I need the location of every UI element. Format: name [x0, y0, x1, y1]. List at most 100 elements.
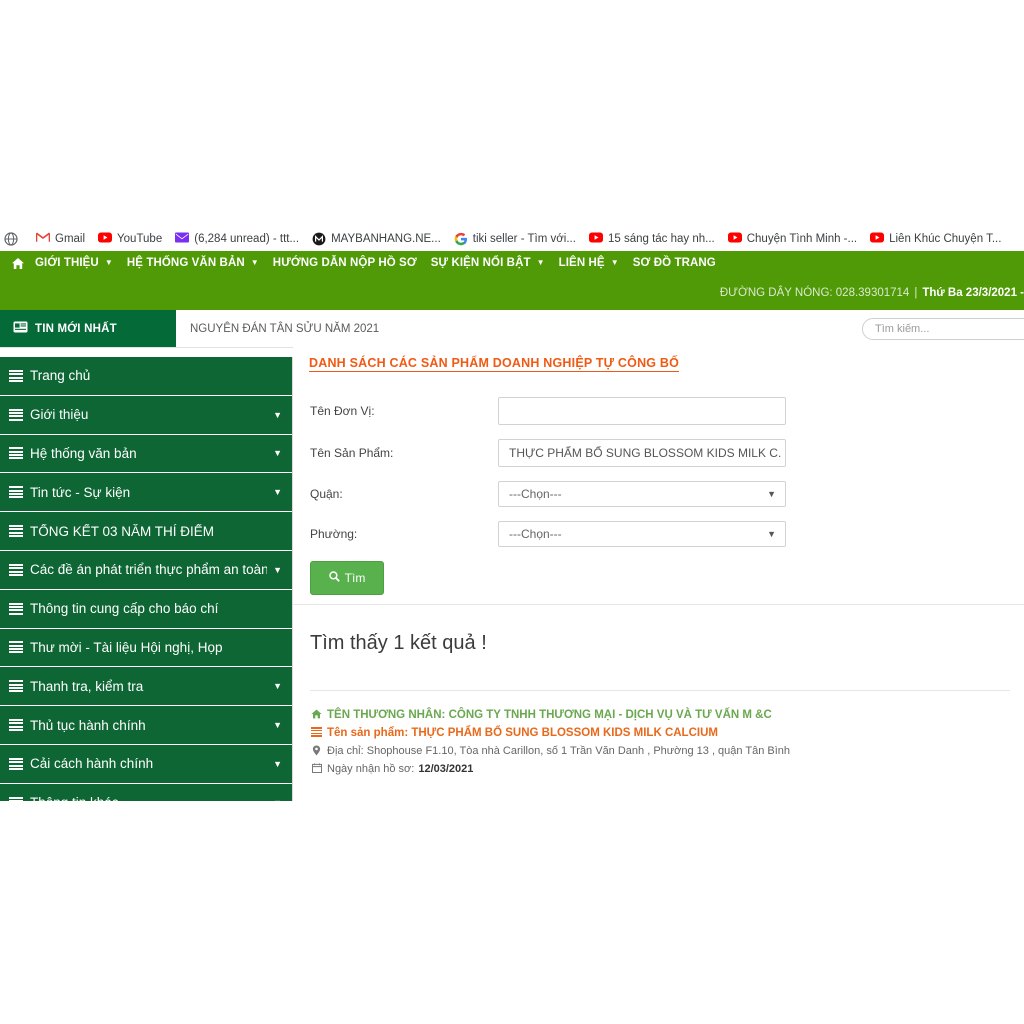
youtube-icon [870, 232, 885, 246]
result-address-row: Địa chỉ: Shophouse F1.10, Tòa nhà Carill… [310, 745, 1016, 757]
home-icon [310, 709, 323, 719]
main-content: DANH SÁCH CÁC SẢN PHẨM DOANH NGHIỆP TỰ C… [293, 347, 1024, 817]
nav-item-huong-dan-nop-ho-so[interactable]: HƯỚNG DẪN NỘP HỒ SƠ [273, 257, 417, 269]
sidebar-item-thong-tin-khac[interactable]: Thông tin khác ▼ [0, 783, 292, 801]
search-form-panel: Tên Đơn Vị: Tên Sản Phẩm: THỰC PHẨM BỔ S… [293, 387, 1024, 605]
bookmark-item[interactable] [4, 232, 23, 246]
form-row-district: Quận: ---Chọn--- ▼ [293, 481, 1024, 507]
chevron-down-icon: ▼ [767, 489, 776, 499]
product-input[interactable]: THỰC PHẨM BỔ SUNG BLOSSOM KIDS MILK C. [498, 439, 786, 467]
nav-item-su-kien-noi-bat[interactable]: SỰ KIỆN NỔI BẬT ▼ [431, 257, 545, 269]
list-icon [9, 369, 23, 382]
hotline-text: ĐƯỜNG DÂY NÓNG: 028.39301714 [719, 286, 910, 299]
bookmark-label: MAYBANHANG.NE... [331, 233, 441, 245]
chevron-down-icon[interactable]: ▼ [273, 720, 282, 730]
sidebar-item-trang-chu[interactable]: Trang chủ [0, 357, 292, 396]
list-icon [9, 796, 23, 801]
mail-icon [175, 232, 190, 246]
search-submit-button[interactable]: Tìm [310, 561, 384, 595]
sidebar-item-label: Các đề án phát triển thực phẩm an toàn [30, 562, 268, 578]
chevron-down-icon: ▼ [104, 258, 113, 267]
nav-item-lien-he[interactable]: LIÊN HỆ ▼ [559, 257, 619, 269]
sidebar-item-cac-de-an[interactable]: Các đề án phát triển thực phẩm an toàn ▼ [0, 550, 292, 590]
form-row-product: Tên Sản Phẩm: THỰC PHẨM BỔ SUNG BLOSSOM … [293, 439, 1024, 467]
google-icon [454, 232, 468, 246]
chevron-down-icon[interactable]: ▼ [273, 759, 282, 769]
browser-bookmarks-bar: Gmail YouTube (6,284 unread) - ttt... MA… [0, 225, 1024, 253]
news-icon [13, 321, 28, 336]
news-ticker-bar: TIN MỚI NHẤT NGUYÊN ĐÁN TÂN SỬU NĂM 2021… [0, 310, 1024, 348]
sidebar-item-tin-tuc-su-kien[interactable]: Tin tức - Sự kiện ▼ [0, 473, 292, 513]
nav-item-gioi-thieu[interactable]: GIỚI THIỆU ▼ [35, 257, 113, 269]
bookmark-item-youtube[interactable]: YouTube [98, 232, 162, 246]
bookmark-item-maybanhang[interactable]: MAYBANHANG.NE... [312, 232, 441, 246]
chevron-down-icon[interactable]: ▼ [273, 448, 282, 458]
bookmark-label: YouTube [117, 233, 163, 245]
result-date-value: 12/03/2021 [418, 763, 474, 775]
nav-item-so-do-trang[interactable]: SƠ ĐỒ TRANG [633, 257, 716, 269]
bookmark-label: Liên Khúc Chuyện T... [889, 233, 1002, 245]
sidebar-item-label: Tin tức - Sự kiện [30, 484, 131, 500]
sidebar-item-label: Thư mời - Tài liệu Hội nghị, Họp [30, 639, 223, 655]
bookmark-item-youtube-2[interactable]: 15 sáng tác hay nh... [588, 232, 715, 246]
result-date-label: Ngày nhận hồ sơ: [327, 763, 415, 775]
search-icon [328, 571, 340, 585]
nav-item-he-thong-van-ban[interactable]: HỆ THỐNG VĂN BẢN ▼ [127, 257, 259, 269]
nav-label: SƠ ĐỒ TRANG [632, 257, 716, 269]
sidebar-item-label: Cải cách hành chính [30, 756, 154, 772]
sidebar-item-thong-tin-bao-chi[interactable]: Thông tin cung cấp cho báo chí [0, 589, 292, 629]
hotline-bar: ĐƯỜNG DÂY NÓNG: 028.39301714 | Thứ Ba 23… [0, 275, 1024, 310]
youtube-icon [727, 232, 742, 246]
news-ticker-tab[interactable]: TIN MỚI NHẤT [0, 310, 176, 347]
unit-input[interactable] [498, 397, 786, 425]
chevron-down-icon: ▼ [536, 258, 545, 267]
sidebar-item-label: Trang chủ [30, 368, 91, 384]
sidebar-item-thu-tuc-hanh-chinh[interactable]: Thủ tục hành chính ▼ [0, 706, 292, 745]
bookmark-label: tiki seller - Tìm với... [472, 233, 576, 245]
chevron-down-icon[interactable]: ▼ [273, 565, 282, 575]
bookmark-item-gmail[interactable]: Gmail [36, 232, 85, 246]
maybanhang-icon [312, 232, 326, 246]
chevron-down-icon: ▼ [250, 258, 259, 267]
sidebar-item-tong-ket-03-nam[interactable]: TỔNG KẾT 03 NĂM THÍ ĐIỂM [0, 512, 292, 551]
bookmark-item-google[interactable]: tiki seller - Tìm với... [454, 232, 576, 246]
list-icon [9, 563, 23, 576]
district-label: Quận: [310, 487, 343, 501]
globe-icon [4, 232, 18, 246]
sidebar-item-he-thong-van-ban[interactable]: Hệ thống văn bản ▼ [0, 434, 292, 474]
district-select[interactable]: ---Chọn--- ▼ [498, 481, 786, 507]
result-item[interactable]: TÊN THƯƠNG NHÂN: CÔNG TY TNHH THƯƠNG MẠI… [310, 709, 1016, 781]
youtube-icon [588, 232, 603, 246]
chevron-down-icon[interactable]: ▼ [273, 681, 282, 691]
chevron-down-icon[interactable]: ▼ [273, 410, 282, 420]
sidebar-item-label: Thủ tục hành chính [30, 717, 146, 733]
chevron-down-icon[interactable]: ▼ [273, 798, 282, 801]
list-icon [9, 447, 23, 460]
location-pin-icon [310, 745, 323, 756]
ward-select[interactable]: ---Chọn--- ▼ [498, 521, 786, 547]
sidebar-item-thu-moi[interactable]: Thư mời - Tài liệu Hội nghị, Họp [0, 628, 292, 668]
list-icon [9, 641, 23, 654]
home-icon[interactable] [11, 257, 25, 270]
sidebar-item-thanh-tra[interactable]: Thanh tra, kiểm tra ▼ [0, 667, 292, 707]
nav-label: GIỚI THIỆU [35, 257, 99, 269]
list-icon [9, 719, 23, 732]
chevron-down-icon[interactable]: ▼ [273, 487, 282, 497]
sidebar-item-label: Giới thiệu [30, 407, 89, 423]
result-merchant-row: TÊN THƯƠNG NHÂN: CÔNG TY TNHH THƯƠNG MẠI… [310, 709, 1016, 721]
news-ticker-headline[interactable]: NGUYÊN ĐÁN TÂN SỬU NĂM 2021 [176, 310, 862, 347]
bookmark-item-mail[interactable]: (6,284 unread) - ttt... [175, 232, 299, 246]
sidebar-item-gioi-thieu[interactable]: Giới thiệu ▼ [0, 395, 292, 435]
bookmark-item-youtube-3[interactable]: Chuyện Tình Minh -... [727, 232, 857, 246]
calendar-icon [310, 763, 323, 773]
bookmark-item-youtube-4[interactable]: Liên Khúc Chuyện T... [870, 232, 1001, 246]
nav-label: LIÊN HỆ [558, 257, 605, 269]
list-icon [9, 525, 23, 538]
sidebar-item-cai-cach-hanh-chinh[interactable]: Cải cách hành chính ▼ [0, 744, 292, 784]
unit-label: Tên Đơn Vị: [310, 404, 375, 418]
bookmark-label: 15 sáng tác hay nh... [607, 233, 715, 245]
divider [310, 690, 1010, 691]
result-count: Tìm thấy 1 kết quả ! [310, 632, 487, 654]
chevron-down-icon: ▼ [767, 529, 776, 539]
search-input[interactable]: Tìm kiếm... [862, 317, 1024, 340]
